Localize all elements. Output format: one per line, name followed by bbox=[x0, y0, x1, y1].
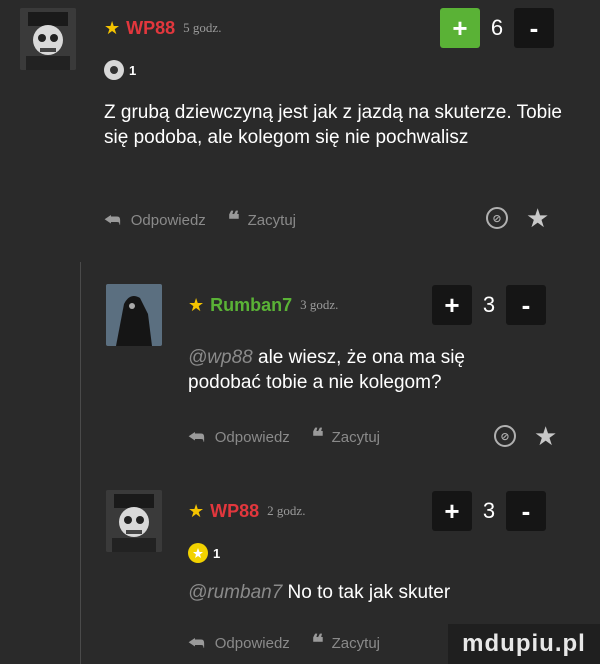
vote-plus-button[interactable]: + bbox=[432, 491, 472, 531]
reply-label: Odpowiedz bbox=[214, 634, 290, 652]
quote-icon: ❝ bbox=[311, 424, 324, 449]
comment-header: ★ WP88 2 godz. bbox=[188, 491, 305, 531]
comment-header: ★ WP88 5 godz. bbox=[104, 8, 221, 48]
username[interactable]: Rumban7 bbox=[210, 295, 292, 316]
quote-label: Zacytuj bbox=[331, 634, 380, 652]
vote-plus-button[interactable]: + bbox=[440, 8, 480, 48]
star-icon: ★ bbox=[104, 18, 121, 38]
quote-label: Zacytuj bbox=[247, 211, 296, 229]
reply-icon: ⮪ bbox=[188, 426, 205, 447]
favorite-star-icon[interactable]: ★ bbox=[534, 423, 557, 449]
quote-button[interactable]: ❝ Zacytuj bbox=[312, 630, 380, 656]
quote-icon: ❝ bbox=[311, 630, 324, 655]
quote-icon: ❝ bbox=[227, 207, 240, 232]
avatar[interactable] bbox=[106, 490, 162, 552]
medal: 1 bbox=[104, 60, 136, 80]
vote-box: + 3 - bbox=[432, 285, 546, 325]
comment-actions: ⮪ Odpowiedz ❝ Zacytuj bbox=[188, 424, 402, 450]
reply-button[interactable]: ⮪ Odpowiedz bbox=[104, 210, 206, 231]
medal-count: 1 bbox=[213, 545, 221, 561]
mention-link[interactable]: @wp88 bbox=[188, 347, 253, 368]
username[interactable]: WP88 bbox=[126, 18, 175, 39]
quote-button[interactable]: ❝ Zacytuj bbox=[312, 424, 380, 450]
comment-header: ★ Rumban7 3 godz. bbox=[188, 285, 338, 325]
vote-count: 3 bbox=[482, 292, 496, 317]
vote-minus-button[interactable]: - bbox=[514, 8, 554, 48]
medal-count: 1 bbox=[129, 62, 137, 78]
comment-text: Z grubą dziewczyną jest jak z jazdą na s… bbox=[104, 102, 562, 148]
reply-button[interactable]: ⮪ Odpowiedz bbox=[188, 427, 290, 448]
timestamp: 3 godz. bbox=[300, 297, 339, 312]
reply-button[interactable]: ⮪ Odpowiedz bbox=[188, 633, 290, 654]
star-icon: ★ bbox=[188, 501, 205, 521]
medal-icon bbox=[104, 60, 124, 80]
avatar[interactable] bbox=[20, 8, 76, 70]
reply-label: Odpowiedz bbox=[214, 428, 290, 446]
comment-tools: ⊘ ★ bbox=[494, 423, 557, 449]
vote-box: + 3 - bbox=[432, 491, 546, 531]
vote-minus-button[interactable]: - bbox=[506, 285, 546, 325]
comment-body: No to tak jak skuter bbox=[282, 582, 451, 603]
medal-icon bbox=[188, 543, 208, 563]
spam-icon[interactable]: ⊘ bbox=[486, 207, 508, 229]
vote-count: 3 bbox=[482, 498, 496, 523]
reply-label: Odpowiedz bbox=[130, 211, 206, 229]
medal: 1 bbox=[188, 543, 220, 563]
quote-button[interactable]: ❝ Zacytuj bbox=[228, 207, 296, 233]
avatar[interactable] bbox=[106, 284, 162, 346]
favorite-star-icon[interactable]: ★ bbox=[526, 205, 549, 231]
comment-text: @rumban7 No to tak jak skuter bbox=[188, 580, 508, 605]
vote-plus-button[interactable]: + bbox=[432, 285, 472, 325]
reply-icon: ⮪ bbox=[104, 209, 121, 230]
reply-icon: ⮪ bbox=[188, 632, 205, 653]
mention-link[interactable]: @rumban7 bbox=[188, 582, 282, 603]
vote-minus-button[interactable]: - bbox=[506, 491, 546, 531]
comment-actions: ⮪ Odpowiedz ❝ Zacytuj bbox=[104, 207, 318, 233]
comment-actions: ⮪ Odpowiedz ❝ Zacytuj bbox=[188, 630, 402, 656]
thread-line bbox=[80, 262, 81, 664]
timestamp: 2 godz. bbox=[267, 503, 306, 518]
timestamp: 5 godz. bbox=[183, 20, 222, 35]
spam-icon[interactable]: ⊘ bbox=[494, 425, 516, 447]
username[interactable]: WP88 bbox=[210, 501, 259, 522]
star-icon: ★ bbox=[188, 295, 205, 315]
comment-text: @wp88 ale wiesz, że ona ma się podobać t… bbox=[188, 345, 508, 395]
vote-count: 6 bbox=[490, 15, 504, 40]
quote-label: Zacytuj bbox=[331, 428, 380, 446]
comment-tools: ⊘ ★ bbox=[486, 205, 549, 231]
vote-box: + 6 - bbox=[440, 8, 554, 48]
watermark-logo: mdupiu.pl bbox=[448, 624, 600, 664]
